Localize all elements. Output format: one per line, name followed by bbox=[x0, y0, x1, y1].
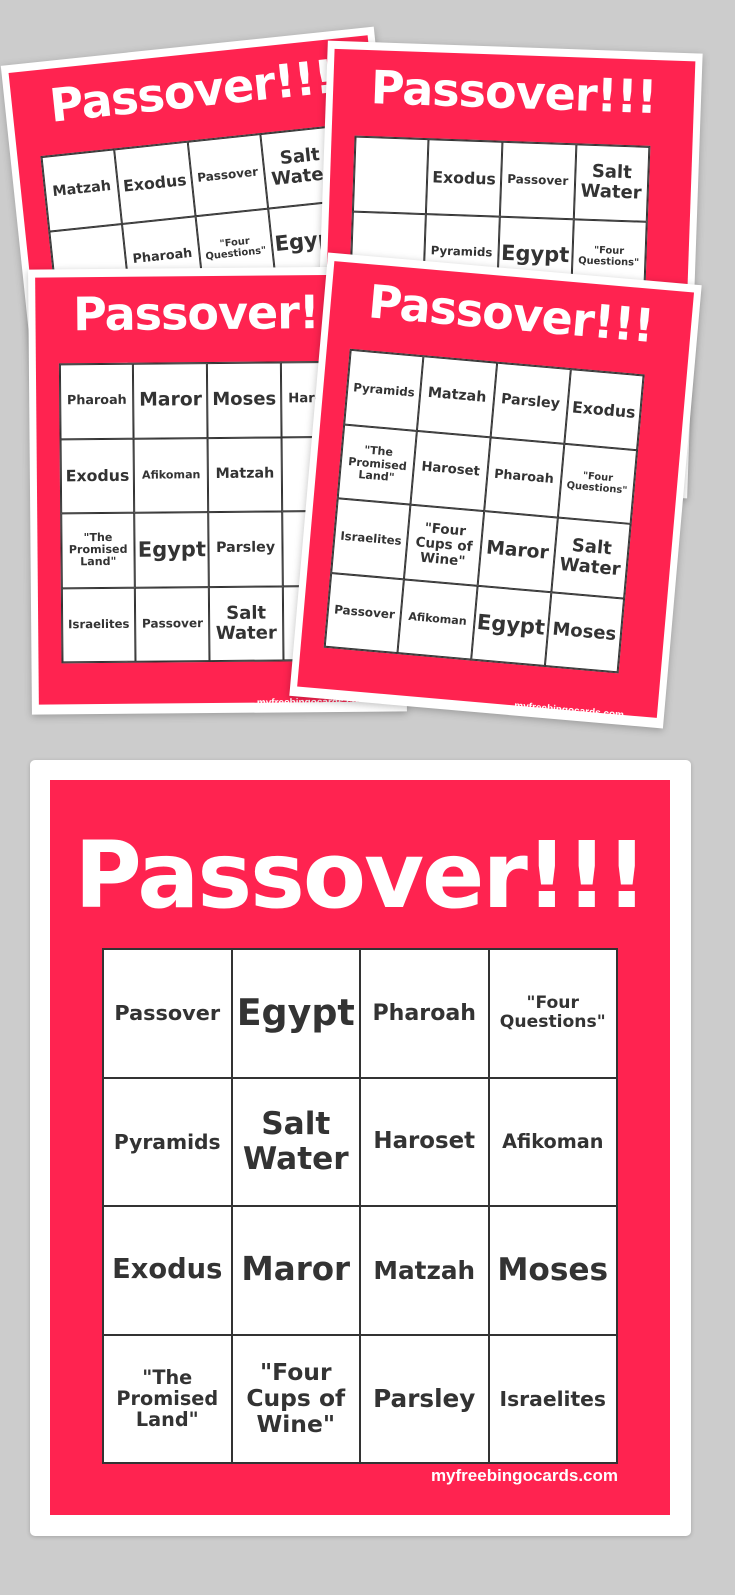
bingo-cell: Passover bbox=[324, 572, 405, 654]
bingo-cell: Passover bbox=[499, 141, 577, 219]
bingo-cell: Moses bbox=[488, 1206, 617, 1335]
bingo-cell: Salt Water bbox=[231, 1077, 360, 1206]
card-title: Passover!!! bbox=[74, 822, 647, 929]
bingo-cell: Israelites bbox=[488, 1334, 617, 1463]
bingo-cell: Exodus bbox=[60, 438, 135, 514]
bingo-cell: Haroset bbox=[410, 430, 491, 512]
bingo-cell: Salt Water bbox=[551, 517, 631, 599]
bingo-cell: Parsley bbox=[490, 362, 571, 444]
bingo-cell: Exodus bbox=[114, 141, 196, 224]
main-bingo-card: Passover!!! Passover Egypt Pharoah "Four Qu… bbox=[30, 760, 691, 1536]
bingo-cell: Haroset bbox=[360, 1077, 489, 1206]
bingo-cell: Afikoman bbox=[133, 437, 209, 513]
bingo-cell: Afikoman bbox=[488, 1077, 617, 1206]
bingo-cell: Israelites bbox=[331, 498, 411, 579]
bingo-cell: Afikoman bbox=[397, 578, 478, 660]
bingo-cell: Exodus bbox=[426, 139, 503, 217]
bingo-cell: Pharoah bbox=[59, 363, 134, 439]
bingo-cell: "The Promised Land" bbox=[61, 512, 136, 588]
bingo-cell: Pyramids bbox=[344, 349, 424, 431]
bingo-cell: "The Promised Land" bbox=[337, 424, 418, 505]
bingo-cell: "Four Questions" bbox=[488, 949, 617, 1078]
card-footer: myfreebingocards.com bbox=[430, 1466, 618, 1485]
bingo-cell: Israelites bbox=[61, 587, 136, 663]
bingo-cell: Salt Water bbox=[573, 144, 650, 222]
bingo-cell: Maror bbox=[231, 1206, 360, 1335]
bingo-cell bbox=[352, 136, 429, 214]
bingo-cell: Exodus bbox=[564, 369, 644, 450]
bingo-cell: "Four Questions" bbox=[557, 443, 638, 524]
bingo-cell: Salt Water bbox=[209, 585, 284, 662]
bingo-cell: Passover bbox=[135, 586, 210, 662]
bingo-cell: "Four Cups of Wine" bbox=[404, 504, 484, 586]
bingo-cell: Pharoah bbox=[483, 436, 565, 518]
bingo-grid: Pyramids Matzah Parsley Exodus "The Promised… bbox=[323, 348, 645, 674]
bingo-cell: Egypt bbox=[134, 512, 210, 588]
bingo-cell: Matzah bbox=[41, 149, 123, 232]
preview-card-4: Passover!!! Pyramids Matzah Parsley Exodus "… bbox=[289, 252, 702, 729]
bingo-cell: Passover bbox=[187, 134, 268, 216]
bingo-cell: Egypt bbox=[470, 585, 552, 666]
bingo-cell: Moses bbox=[207, 362, 282, 438]
bingo-cell: Moses bbox=[544, 591, 625, 673]
card-background: Passover!!! Passover Egypt Pharoah "Four Qu… bbox=[50, 780, 670, 1515]
bingo-cell: Parsley bbox=[208, 511, 283, 587]
bingo-cell: Matzah bbox=[360, 1206, 489, 1335]
bingo-grid: Passover Egypt Pharoah "Four Questions" Pyra… bbox=[102, 948, 618, 1464]
bingo-cell: Pyramids bbox=[103, 1077, 232, 1206]
bingo-cell: "The Promised Land" bbox=[103, 1334, 232, 1463]
bingo-cell: Pharoah bbox=[360, 949, 489, 1078]
bingo-cell: Exodus bbox=[103, 1206, 232, 1335]
bingo-cell: Maror bbox=[477, 511, 558, 592]
bingo-cell: "Four Cups of Wine" bbox=[231, 1334, 360, 1463]
bingo-cell: Matzah bbox=[207, 436, 282, 513]
bingo-cell: Egypt bbox=[231, 949, 360, 1078]
bingo-cell: Passover bbox=[103, 949, 232, 1078]
bingo-cell: Maror bbox=[133, 363, 208, 439]
bingo-cell: Matzah bbox=[417, 356, 497, 437]
bingo-cell: Parsley bbox=[360, 1334, 489, 1463]
